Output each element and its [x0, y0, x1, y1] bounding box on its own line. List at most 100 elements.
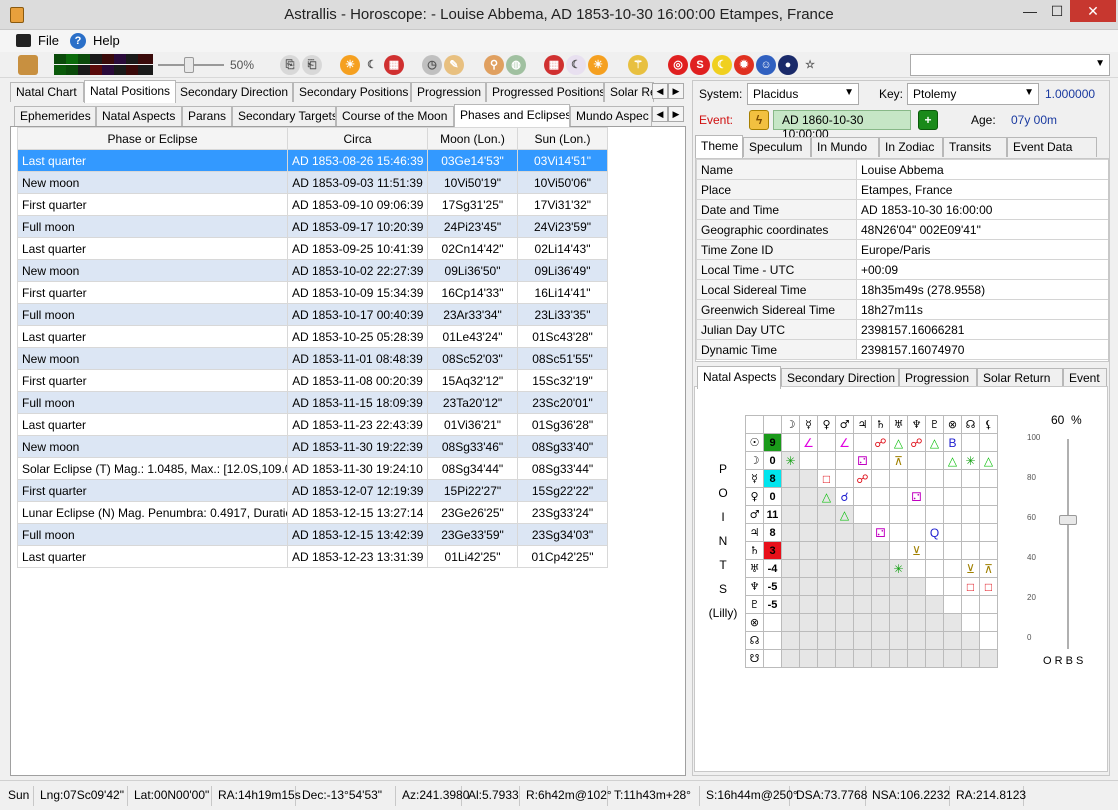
subtab-course-of-the-moon[interactable]: Course of the Moon: [336, 106, 454, 126]
stop-icon[interactable]: S: [690, 55, 710, 75]
aspect-cell[interactable]: ⊻: [907, 541, 926, 560]
aspect-cell[interactable]: ✳: [781, 451, 800, 470]
sun-icon[interactable]: ☀: [340, 55, 360, 75]
lifebuoy-icon[interactable]: ◎: [668, 55, 688, 75]
aspect-cell[interactable]: [925, 595, 944, 614]
aspect-cell[interactable]: [961, 469, 980, 488]
aspect-cell[interactable]: [889, 631, 908, 650]
aspect-cell[interactable]: [889, 487, 908, 506]
table-row[interactable]: New moon AD 1853-11-30 19:22:39 08Sg33'46"…: [17, 435, 608, 458]
column-header[interactable]: Phase or Eclipse: [17, 127, 288, 150]
aspect-cell[interactable]: [943, 487, 962, 506]
aspect-cell[interactable]: [817, 523, 836, 542]
smile-icon[interactable]: ☺: [756, 55, 776, 75]
aspect-cell[interactable]: [781, 595, 800, 614]
aspect-cell[interactable]: [871, 577, 890, 596]
subtab-parans[interactable]: Parans: [182, 106, 232, 126]
table-row[interactable]: Last quarter AD 1853-09-25 10:41:39 02Cn14…: [17, 237, 608, 260]
aspect-cell[interactable]: [871, 451, 890, 470]
aspect-cell[interactable]: [871, 469, 890, 488]
aspect-cell[interactable]: [943, 631, 962, 650]
aspect-cell[interactable]: □: [961, 577, 980, 596]
aspect-cell[interactable]: [871, 505, 890, 524]
aspect-cell[interactable]: [943, 523, 962, 542]
globe-icon[interactable]: ◍: [506, 55, 526, 75]
aspect-cell[interactable]: △: [817, 487, 836, 506]
star-icon[interactable]: ☆: [800, 55, 820, 75]
aspect-cell[interactable]: [781, 523, 800, 542]
aspect-cell[interactable]: [799, 631, 818, 650]
aspect-cell[interactable]: ☍: [907, 433, 926, 452]
toolbar-combo[interactable]: ▼: [910, 54, 1110, 76]
subtab-secondary-targets[interactable]: Secondary Targets: [232, 106, 336, 126]
aspect-cell[interactable]: [799, 595, 818, 614]
aspect-cell[interactable]: [781, 631, 800, 650]
aspect-tab-solar-return[interactable]: Solar Return: [977, 368, 1063, 388]
aspect-cell[interactable]: [835, 631, 854, 650]
aspect-cell[interactable]: [799, 613, 818, 632]
aspect-cell[interactable]: [907, 451, 926, 470]
aspect-cell[interactable]: [853, 595, 872, 614]
table-row[interactable]: New moon AD 1853-09-03 11:51:39 10Vi50'19"…: [17, 171, 608, 194]
pin-icon[interactable]: ⚲: [484, 55, 504, 75]
aspect-cell[interactable]: [835, 541, 854, 560]
aspect-cell[interactable]: [943, 541, 962, 560]
aspect-cell[interactable]: [961, 433, 980, 452]
tab-secondary-positions[interactable]: Secondary Positions: [293, 82, 411, 102]
aspect-cell[interactable]: ∠: [835, 433, 854, 452]
aspect-cell[interactable]: □: [979, 577, 998, 596]
aspect-cell[interactable]: [943, 649, 962, 668]
aspect-cell[interactable]: [853, 613, 872, 632]
aspect-cell[interactable]: [799, 487, 818, 506]
aspect-cell[interactable]: [817, 631, 836, 650]
aspect-cell[interactable]: [907, 631, 926, 650]
aspect-cell[interactable]: [817, 433, 836, 452]
aspect-cell[interactable]: [799, 577, 818, 596]
sun-icon[interactable]: ☀: [588, 55, 608, 75]
palette-icon[interactable]: [18, 55, 38, 75]
aspect-cell[interactable]: ⚁: [871, 523, 890, 542]
aspect-tab-secondary-direction[interactable]: Secondary Direction: [781, 368, 899, 388]
aspect-cell[interactable]: [871, 613, 890, 632]
table-row[interactable]: First quarter AD 1853-10-09 15:34:39 16Cp1…: [17, 281, 608, 304]
clock-icon[interactable]: ◷: [422, 55, 442, 75]
calendar-icon[interactable]: ▦: [384, 55, 404, 75]
aspect-cell[interactable]: △: [925, 433, 944, 452]
aspect-cell[interactable]: [961, 541, 980, 560]
aspect-cell[interactable]: [817, 505, 836, 524]
color-swatches[interactable]: [54, 54, 153, 76]
system-select[interactable]: Placidus ▼: [747, 83, 859, 105]
aspect-cell[interactable]: [889, 613, 908, 632]
aspect-cell[interactable]: [925, 559, 944, 578]
aspect-cell[interactable]: [889, 523, 908, 542]
aspect-cell[interactable]: Q: [925, 523, 944, 542]
zoom-slider-thumb[interactable]: [184, 57, 194, 73]
aspect-cell[interactable]: [979, 523, 998, 542]
add-event-icon[interactable]: +: [918, 110, 938, 130]
event-field[interactable]: AD 1860-10-30 10:00:00: [773, 110, 911, 141]
aspect-cell[interactable]: [925, 631, 944, 650]
aspect-cell[interactable]: [817, 559, 836, 578]
aspect-cell[interactable]: [817, 649, 836, 668]
aspect-cell[interactable]: [853, 487, 872, 506]
aspect-cell[interactable]: [907, 577, 926, 596]
scroll-icon[interactable]: ✎: [444, 55, 464, 75]
tab-progression[interactable]: Progression: [411, 82, 486, 102]
aspect-cell[interactable]: ✳: [961, 451, 980, 470]
aspect-cell[interactable]: [871, 631, 890, 650]
aspect-cell[interactable]: [943, 559, 962, 578]
aspect-cell[interactable]: [781, 487, 800, 506]
aspect-cell[interactable]: [979, 505, 998, 524]
key-select[interactable]: Ptolemy ▼: [907, 83, 1039, 105]
aspect-cell[interactable]: [781, 541, 800, 560]
aspect-cell[interactable]: [799, 649, 818, 668]
aspect-cell[interactable]: □: [817, 469, 836, 488]
aspect-cell[interactable]: [853, 649, 872, 668]
table-row[interactable]: Full moon AD 1853-10-17 00:40:39 23Ar33'34…: [17, 303, 608, 326]
aspect-cell[interactable]: [817, 541, 836, 560]
aspect-cell[interactable]: [871, 649, 890, 668]
wand-icon[interactable]: ⚚: [628, 55, 648, 75]
table-row[interactable]: First quarter AD 1853-12-07 12:19:39 15Pi2…: [17, 479, 608, 502]
aspect-cell[interactable]: [925, 649, 944, 668]
aspect-cell[interactable]: [781, 577, 800, 596]
